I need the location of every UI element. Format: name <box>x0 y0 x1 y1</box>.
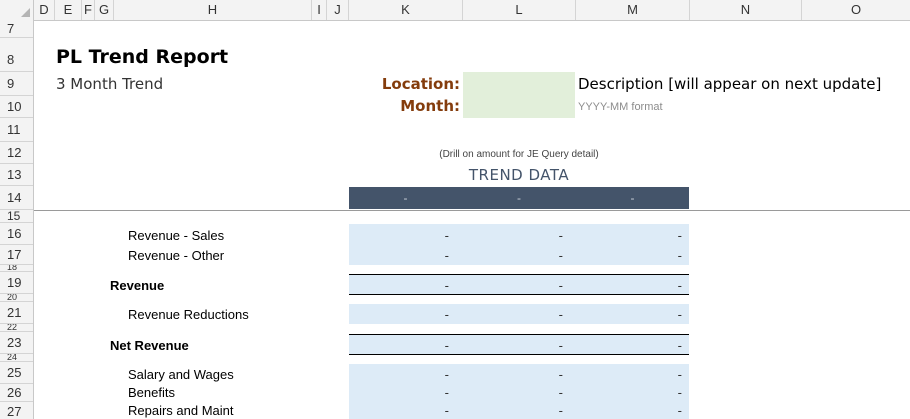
row-header-24[interactable]: 24 <box>0 354 33 362</box>
frozen-pane-line <box>34 210 910 211</box>
row-header-20[interactable]: 20 <box>0 294 33 302</box>
row-header-25[interactable]: 25 <box>0 362 33 384</box>
value-cell[interactable]: - <box>349 367 449 382</box>
row-header-18[interactable]: 18 <box>0 265 33 272</box>
value-cell[interactable]: - <box>463 367 563 382</box>
select-all-corner[interactable] <box>0 0 34 20</box>
row-header-11[interactable]: 11 <box>0 118 33 142</box>
trend-header-month-2: - <box>517 191 521 205</box>
line-label-net-revenue: Net Revenue <box>110 338 189 353</box>
column-header-o[interactable]: O <box>802 0 910 20</box>
column-header-f[interactable]: F <box>82 0 95 20</box>
value-cell[interactable]: - <box>576 385 682 400</box>
row-header-17[interactable]: 17 <box>0 245 33 265</box>
column-header-j[interactable]: J <box>327 0 349 20</box>
line-label-benefits: Benefits <box>128 385 175 400</box>
value-cell[interactable]: - <box>576 307 682 322</box>
column-header-e[interactable]: E <box>55 0 82 20</box>
trend-data-title: TREND DATA <box>468 166 570 184</box>
column-header-l[interactable]: L <box>463 0 576 20</box>
value-cell[interactable]: - <box>349 278 449 293</box>
row-header-8[interactable]: 8 <box>0 38 33 72</box>
column-header-d[interactable]: D <box>34 0 55 20</box>
value-cell[interactable]: - <box>349 228 449 243</box>
report-subtitle: 3 Month Trend <box>56 75 164 93</box>
select-all-triangle-icon <box>21 8 30 17</box>
column-header-n[interactable]: N <box>690 0 802 20</box>
value-cell[interactable]: - <box>349 403 449 418</box>
row-header-10[interactable]: 10 <box>0 96 33 118</box>
value-cell[interactable]: - <box>349 307 449 322</box>
row-header-27[interactable]: 27 <box>0 402 33 419</box>
value-cell[interactable]: - <box>463 248 563 263</box>
row-header-9[interactable]: 9 <box>0 72 33 96</box>
line-label-repairs-and-maint: Repairs and Maint <box>128 403 234 418</box>
row-header-26[interactable]: 26 <box>0 384 33 402</box>
trend-header-month-1: - <box>403 191 408 205</box>
row-header-16[interactable]: 16 <box>0 223 33 245</box>
column-header-g[interactable]: G <box>95 0 114 20</box>
description-text: Description [will appear on next update] <box>578 75 882 93</box>
column-header-m[interactable]: M <box>576 0 690 20</box>
value-cell[interactable]: - <box>576 338 682 353</box>
row-header-14[interactable]: 14 <box>0 186 33 210</box>
report-title: PL Trend Report <box>56 46 229 68</box>
value-cell[interactable]: - <box>349 338 449 353</box>
line-label-revenue-other: Revenue - Other <box>128 248 225 263</box>
month-format-hint: YYYY-MM format <box>578 101 663 113</box>
value-cell[interactable]: - <box>576 367 682 382</box>
value-cell[interactable]: - <box>576 248 682 263</box>
value-cell[interactable]: - <box>349 248 449 263</box>
month-input[interactable] <box>463 95 575 118</box>
line-label-salary-and-wages: Salary and Wages <box>128 367 234 382</box>
location-label: Location: <box>381 75 460 93</box>
row-header-12[interactable]: 12 <box>0 142 33 164</box>
value-cell[interactable]: - <box>576 278 682 293</box>
drill-note: (Drill on amount for JE Query detail) <box>439 149 599 160</box>
line-label-revenue-reductions: Revenue Reductions <box>128 307 249 322</box>
column-header-i[interactable]: I <box>312 0 327 20</box>
trend-header-month-3: - <box>630 191 635 205</box>
value-cell[interactable]: - <box>463 403 563 418</box>
location-input[interactable] <box>463 72 575 95</box>
value-cell[interactable]: - <box>576 228 682 243</box>
month-label: Month: <box>400 97 460 115</box>
value-cell[interactable]: - <box>463 385 563 400</box>
value-cell[interactable]: - <box>463 228 563 243</box>
value-cell[interactable]: - <box>576 403 682 418</box>
line-label-revenue: Revenue <box>110 278 165 293</box>
value-cell[interactable]: - <box>349 385 449 400</box>
column-header-k[interactable]: K <box>349 0 463 20</box>
row-header-19[interactable]: 19 <box>0 272 33 294</box>
column-header-bar: D E F G H I J K L M N O <box>0 0 910 21</box>
row-header-7[interactable]: 7 <box>0 20 33 38</box>
row-header-13[interactable]: 13 <box>0 164 33 186</box>
row-header-22[interactable]: 22 <box>0 324 33 332</box>
row-header-21[interactable]: 21 <box>0 302 33 324</box>
line-label-revenue-sales: Revenue - Sales <box>128 228 225 243</box>
value-cell[interactable]: - <box>463 278 563 293</box>
row-header-15[interactable]: 15 <box>0 210 33 223</box>
value-cell[interactable]: - <box>463 338 563 353</box>
row-header-23[interactable]: 23 <box>0 332 33 354</box>
column-header-h[interactable]: H <box>114 0 312 20</box>
value-cell[interactable]: - <box>463 307 563 322</box>
